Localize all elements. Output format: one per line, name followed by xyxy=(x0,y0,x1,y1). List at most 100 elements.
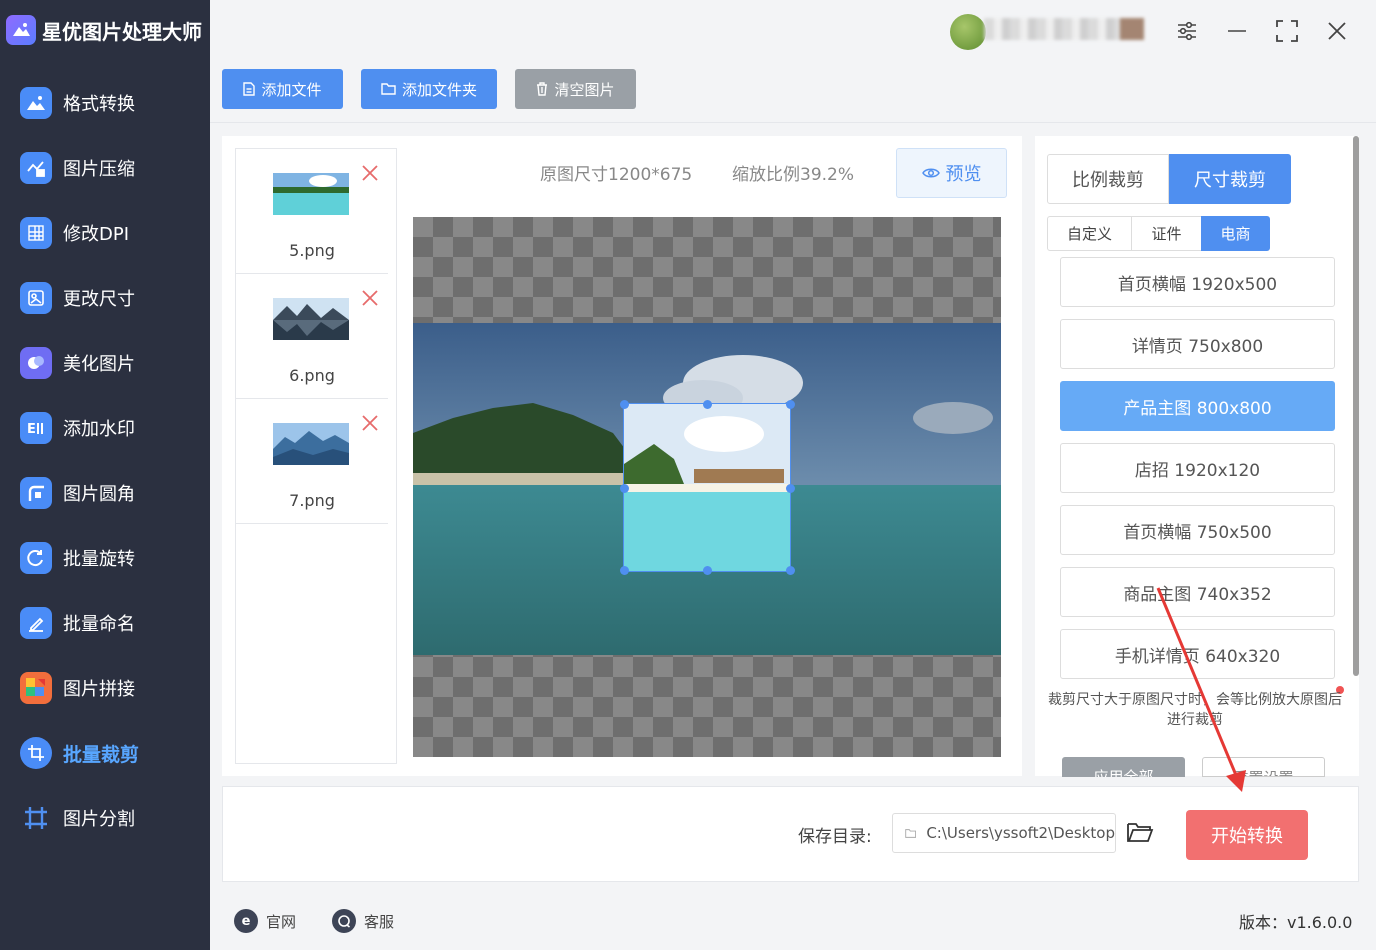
sidebar-item[interactable]: 图片拼接 xyxy=(20,666,205,710)
svg-text:E: E xyxy=(27,422,36,435)
crop-note: 裁剪尺寸大于原图尺寸时，会等比例放大原图后进行裁剪 xyxy=(1048,692,1342,728)
website-label: 官网 xyxy=(266,912,297,931)
close-icon[interactable] xyxy=(1320,14,1354,48)
sidebar-item-label: 批量命名 xyxy=(63,614,135,635)
puzzle-icon xyxy=(20,672,52,704)
file-name: 7.png xyxy=(289,491,335,510)
delete-file-icon[interactable] xyxy=(360,413,380,433)
sidebar-item-label: 图片压缩 xyxy=(63,159,135,180)
chat-icon xyxy=(332,909,356,933)
user-name-redacted xyxy=(984,18,1144,40)
settings-icon[interactable] xyxy=(1170,14,1204,48)
website-link[interactable]: e 官网 xyxy=(234,908,296,934)
crop-handle[interactable] xyxy=(620,484,629,493)
image-convert-icon xyxy=(20,87,52,119)
sidebar-item[interactable]: 批量命名 xyxy=(20,601,205,645)
preset-option-selected[interactable]: 产品主图 800x800 xyxy=(1060,381,1335,431)
sidebar-item-label: 更改尺寸 xyxy=(63,289,135,310)
clear-images-button[interactable]: 清空图片 xyxy=(515,69,636,109)
browse-folder-icon[interactable] xyxy=(1126,820,1156,848)
sidebar-item[interactable]: 批量裁剪 xyxy=(20,731,205,775)
sidebar-item[interactable]: 格式转换 xyxy=(20,81,205,125)
sidebar-item[interactable]: 图片分割 xyxy=(20,796,205,840)
sidebar-item-label: 格式转换 xyxy=(63,94,135,115)
crop-handle[interactable] xyxy=(703,400,712,409)
crop-handle[interactable] xyxy=(703,566,712,575)
save-dir-label: 保存目录: xyxy=(798,827,872,847)
app-name: 星优图片处理大师 xyxy=(42,19,202,44)
save-path-input[interactable]: C:\Users\yssoft2\Desktop xyxy=(892,813,1116,853)
toolbar-divider xyxy=(210,122,1376,123)
support-label: 客服 xyxy=(364,912,395,931)
folder-icon xyxy=(905,828,917,838)
subtab-custom[interactable]: 自定义 xyxy=(1047,216,1132,251)
crop-selection[interactable] xyxy=(623,403,791,572)
minimize-icon[interactable] xyxy=(1220,14,1254,48)
sidebar-item-label: 图片分割 xyxy=(63,809,135,830)
eye-icon xyxy=(921,168,940,178)
crop-handle[interactable] xyxy=(786,400,795,409)
watermark-icon: E xyxy=(20,412,52,444)
sidebar-item-label: 批量裁剪 xyxy=(63,743,140,766)
app-title: 星优图片处理大师 xyxy=(6,12,202,48)
preview-button[interactable]: 预览 xyxy=(896,148,1007,198)
file-item[interactable]: 7.png xyxy=(236,399,388,524)
file-name: 5.png xyxy=(289,241,335,260)
save-path-value: C:\Users\yssoft2\Desktop xyxy=(926,824,1115,842)
add-folder-button[interactable]: 添加文件夹 xyxy=(361,69,497,109)
reset-settings-button[interactable]: 重置设置 xyxy=(1202,757,1325,777)
support-link[interactable]: 客服 xyxy=(332,908,394,934)
crop-handle[interactable] xyxy=(786,566,795,575)
preset-option[interactable]: 详情页 750x800 xyxy=(1060,319,1335,369)
website-icon: e xyxy=(234,909,258,933)
sidebar-item[interactable]: 更改尺寸 xyxy=(20,276,205,320)
preset-option[interactable]: 商品主图 740x352 xyxy=(1060,567,1335,617)
app-logo-icon xyxy=(6,15,36,45)
rotate-icon xyxy=(20,542,52,574)
subtab-ecommerce[interactable]: 电商 xyxy=(1201,216,1270,251)
preset-option[interactable]: 店招 1920x120 xyxy=(1060,443,1335,493)
crop-handle[interactable] xyxy=(620,400,629,409)
add-file-button[interactable]: 添加文件 xyxy=(222,69,343,109)
resize-icon xyxy=(20,282,52,314)
thumbnail-5 xyxy=(273,173,349,215)
crop-handle[interactable] xyxy=(786,484,795,493)
delete-file-icon[interactable] xyxy=(360,163,380,183)
scale-text: 缩放比例39.2% xyxy=(732,165,855,185)
add-folder-label: 添加文件夹 xyxy=(401,80,477,99)
sidebar-item-label: 图片拼接 xyxy=(63,679,135,700)
sidebar-item[interactable]: E 添加水印 xyxy=(20,406,205,450)
clear-images-label: 清空图片 xyxy=(554,80,615,99)
delete-file-icon[interactable] xyxy=(360,288,380,308)
folder-icon xyxy=(381,83,396,95)
sidebar-item[interactable]: 图片圆角 xyxy=(20,471,205,515)
file-list: 5.png 6.png 7.png xyxy=(235,148,397,764)
sidebar-item[interactable]: 修改DPI xyxy=(20,211,205,255)
preset-option[interactable]: 手机详情页 640x320 xyxy=(1060,629,1335,679)
preset-option[interactable]: 首页横幅 1920x500 xyxy=(1060,257,1335,307)
sidebar: 星优图片处理大师 格式转换图片压缩修改DPI 更改尺寸美化图片 E 添加水印图片圆角批… xyxy=(0,0,210,950)
user-avatar[interactable] xyxy=(950,14,986,50)
rename-icon xyxy=(20,607,52,639)
tab-size-crop[interactable]: 尺寸裁剪 xyxy=(1169,154,1291,204)
settings-scrollbar[interactable] xyxy=(1353,136,1359,676)
thumbnail-7 xyxy=(273,423,349,465)
add-file-label: 添加文件 xyxy=(261,80,322,99)
crop-handle[interactable] xyxy=(620,566,629,575)
file-icon xyxy=(243,82,256,96)
tab-ratio-crop[interactable]: 比例裁剪 xyxy=(1047,154,1169,204)
file-item[interactable]: 5.png xyxy=(236,149,388,274)
thumbnail-6 xyxy=(273,298,349,340)
sidebar-item[interactable]: 批量旋转 xyxy=(20,536,205,580)
sidebar-item[interactable]: 图片压缩 xyxy=(20,146,205,190)
original-size-text: 原图尺寸1200*675 xyxy=(540,165,693,185)
maximize-icon[interactable] xyxy=(1270,14,1304,48)
start-convert-button[interactable]: 开始转换 xyxy=(1186,810,1308,860)
apply-all-button[interactable]: 应用全部 xyxy=(1062,757,1185,777)
file-item[interactable]: 6.png xyxy=(236,274,388,399)
preview-label: 预览 xyxy=(945,164,982,185)
split-icon xyxy=(20,802,52,834)
subtab-id-photo[interactable]: 证件 xyxy=(1131,216,1202,251)
sidebar-item[interactable]: 美化图片 xyxy=(20,341,205,385)
preset-option[interactable]: 首页横幅 750x500 xyxy=(1060,505,1335,555)
